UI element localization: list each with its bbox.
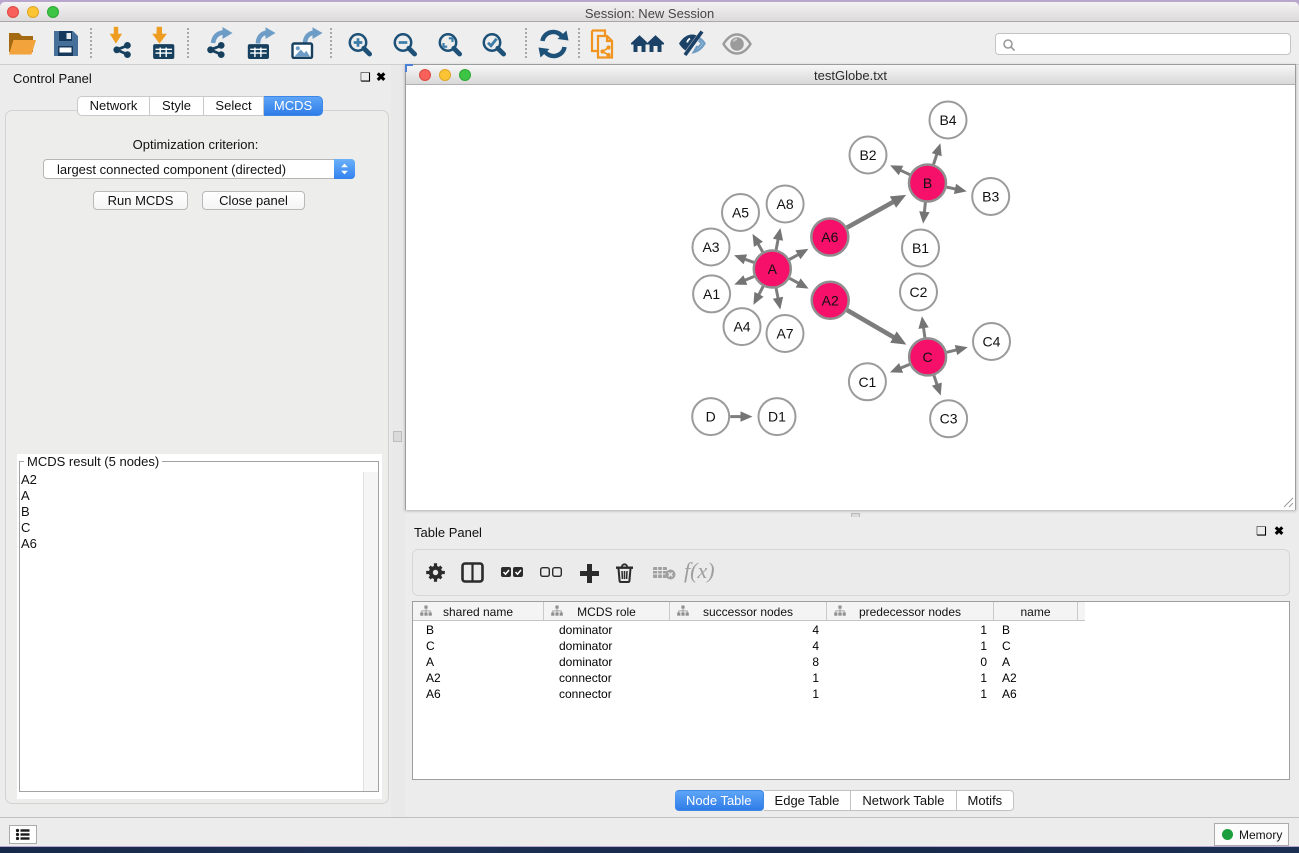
svg-text:C1: C1: [858, 374, 876, 390]
svg-text:B3: B3: [982, 189, 999, 205]
svg-text:B1: B1: [912, 240, 929, 256]
svg-text:C3: C3: [940, 411, 958, 427]
svg-text:A4: A4: [733, 319, 750, 335]
svg-text:D: D: [706, 409, 716, 425]
svg-text:C2: C2: [910, 284, 928, 300]
svg-text:A5: A5: [732, 205, 749, 221]
svg-text:B4: B4: [939, 112, 956, 128]
svg-text:A8: A8: [777, 196, 794, 212]
svg-text:A: A: [768, 261, 778, 277]
svg-text:D1: D1: [768, 409, 786, 425]
svg-text:C: C: [923, 349, 933, 365]
svg-text:A1: A1: [703, 286, 720, 302]
svg-text:C4: C4: [983, 334, 1001, 350]
svg-text:A2: A2: [822, 292, 839, 308]
svg-text:A6: A6: [821, 229, 838, 245]
svg-text:B: B: [923, 175, 932, 191]
svg-text:B2: B2: [859, 147, 876, 163]
svg-text:A3: A3: [702, 239, 719, 255]
svg-text:A7: A7: [776, 326, 793, 342]
